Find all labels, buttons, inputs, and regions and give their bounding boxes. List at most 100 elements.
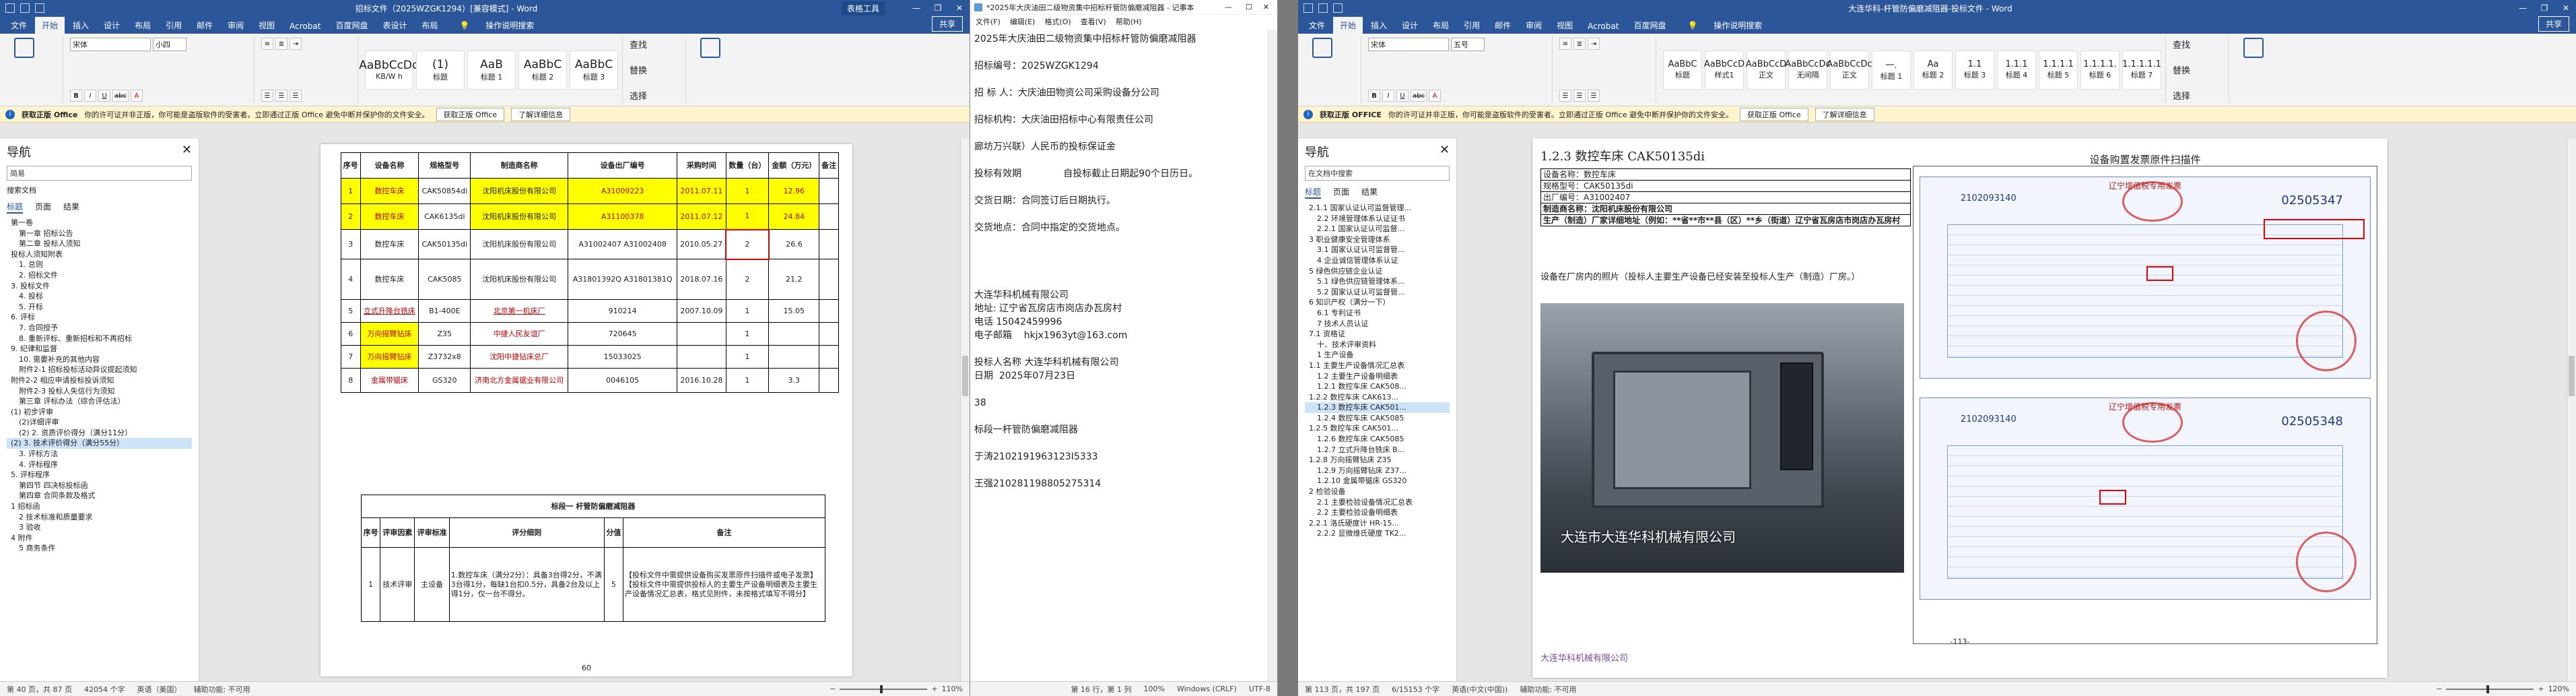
undo-icon[interactable] [20, 3, 30, 13]
scroll-thumb[interactable] [962, 356, 968, 396]
nav-heading-item[interactable]: 2. 招标文件 [7, 270, 192, 281]
zoom-level[interactable]: 120% [2548, 685, 2569, 693]
font-color-button[interactable]: A [130, 90, 143, 102]
nav-heading-item[interactable]: 1 生产设备 [1305, 350, 1450, 360]
style-gallery-item[interactable]: 1.1.1.1. 标题 6 [2080, 50, 2120, 90]
bold-button[interactable]: B [70, 90, 82, 102]
nav-heading-item[interactable]: 3. 投标文件 [7, 281, 192, 292]
nav-heading-item[interactable]: 2 技术标准和质量要求 [7, 512, 192, 523]
get-office-button[interactable]: 获取正版 Office [436, 107, 505, 121]
restore-icon[interactable]: ❐ [2540, 3, 2549, 13]
minimize-icon[interactable]: — [1225, 3, 1232, 11]
nav-heading-item[interactable]: 3 验收 [7, 522, 192, 533]
align-center-button[interactable]: ☰ [275, 90, 287, 102]
nav-heading-item[interactable]: 第一卷 [7, 218, 192, 228]
menu-format[interactable]: 格式(O) [1044, 16, 1071, 27]
tab-table-layout[interactable]: 布局 [415, 17, 444, 34]
tab-baidu[interactable]: 百度网盘 [329, 17, 374, 34]
find-button[interactable]: 查找 [2173, 38, 2225, 51]
underline-button[interactable]: U [1396, 90, 1409, 102]
redo-icon[interactable] [35, 3, 44, 13]
word-count[interactable]: 42054 个字 [84, 684, 125, 695]
nav-tab-results[interactable]: 结果 [63, 201, 79, 214]
maximize-icon[interactable]: ☐ [1246, 3, 1252, 11]
tab-references[interactable]: 引用 [1457, 17, 1487, 34]
nav-heading-item[interactable]: 3.1 国家认证认可监督管... [1305, 245, 1450, 255]
bullets-button[interactable]: ≡ [261, 38, 273, 50]
align-left-button[interactable]: ☰ [1559, 90, 1571, 102]
document-area[interactable]: 1.2.3 数控车床 CAK50135di 设备名称：数控车床 规格型号：CAK… [1457, 139, 2576, 681]
nav-heading-item[interactable]: 1.1 主要生产设备情况汇总表 [1305, 360, 1450, 371]
nav-search-input[interactable]: 简易 [7, 166, 192, 181]
nav-heading-item[interactable]: 2.2.1 洛氏硬度计 HR-15... [1305, 518, 1450, 529]
font-name-select[interactable]: 宋体 [1368, 38, 1449, 51]
language[interactable]: 英语（美国） [137, 684, 181, 695]
nav-heading-item[interactable]: 2.2.1 国家认证认可监督... [1305, 224, 1450, 234]
replace-button[interactable]: 替换 [630, 63, 681, 76]
style-kbw[interactable]: AaBbCcDd KB/W h [359, 50, 419, 90]
tab-design[interactable]: 设计 [1395, 17, 1425, 34]
nav-heading-item[interactable]: 3 职业健康安全管理体系 [1305, 234, 1450, 245]
nav-heading-item[interactable]: 1. 总则 [7, 259, 192, 270]
style-gallery-item[interactable]: 1.1 标题 3 [1955, 50, 1994, 90]
tab-layout[interactable]: 布局 [128, 17, 158, 34]
tell-me-search[interactable]: 💡 操作说明搜索 [446, 17, 547, 34]
tab-mailings[interactable]: 邮件 [1488, 17, 1518, 34]
tab-mailings[interactable]: 邮件 [190, 17, 219, 34]
nav-tab-headings[interactable]: 标题 [7, 201, 24, 214]
nav-heading-item[interactable]: 6 知识产权（满分一下） [1305, 297, 1450, 308]
replace-button[interactable]: 替换 [2173, 63, 2225, 76]
nav-heading-item[interactable]: 5 商务条件 [7, 543, 192, 554]
tab-references[interactable]: 引用 [159, 17, 189, 34]
zoom-out-button[interactable]: − [829, 685, 836, 693]
close-icon[interactable]: ✕ [955, 3, 964, 13]
numbering-button[interactable]: ≣ [1573, 38, 1586, 50]
vertical-scrollbar[interactable] [2567, 139, 2576, 681]
save-to-baidu-button[interactable] [693, 38, 728, 58]
nav-heading-item[interactable]: 2.1 主要检验设备情况汇总表 [1305, 497, 1450, 508]
nav-heading-item[interactable]: 1.2.1 数控车床 CAK508... [1305, 381, 1450, 392]
strikethrough-button[interactable]: abc [1411, 90, 1427, 102]
style-gallery-item[interactable]: 1.1.1.1.1 标题 7 [2122, 50, 2161, 90]
nav-heading-item[interactable]: 2.1.1 国家认证认可监督管理... [1305, 203, 1450, 214]
underline-button[interactable]: U [98, 90, 110, 102]
tab-baidu[interactable]: 百度网盘 [1627, 17, 1672, 34]
nav-heading-item[interactable]: 5 绿色供应链企业认证 [1305, 266, 1450, 277]
nav-heading-item[interactable]: 2.2 主要检验设备明细表 [1305, 507, 1450, 518]
zoom-in-button[interactable]: + [2538, 685, 2544, 693]
font-size-select[interactable]: 五号 [1451, 38, 1485, 51]
style-gallery-item[interactable]: Aa 标题 2 [1913, 50, 1953, 90]
italic-button[interactable]: I [84, 90, 96, 102]
menu-file[interactable]: 文件(F) [976, 16, 1001, 27]
select-button[interactable]: 选择 [630, 89, 681, 102]
redo-icon[interactable] [1333, 3, 1343, 13]
get-office-button[interactable]: 获取正版 Office [1740, 107, 1808, 121]
save-icon[interactable] [1303, 3, 1313, 13]
nav-heading-item[interactable]: 1 招标函 [7, 501, 192, 512]
italic-button[interactable]: I [1382, 90, 1394, 102]
nav-heading-item[interactable]: 第三章 评标办法（综合评估法） [7, 396, 192, 407]
zoom-level[interactable]: 110% [942, 685, 963, 693]
tab-insert[interactable]: 插入 [66, 17, 96, 34]
font-color-button[interactable]: A [1428, 90, 1441, 102]
align-right-button[interactable]: ☰ [1588, 90, 1600, 102]
nav-heading-item[interactable]: 1.2.7 立式升降台铣床 B... [1305, 445, 1450, 455]
nav-heading-item[interactable]: 5.1 绿色供应链管理体系... [1305, 276, 1450, 287]
nav-heading-item[interactable]: 6. 评标 [7, 312, 192, 323]
nav-heading-item[interactable]: 第二章 投标人须知 [7, 239, 192, 249]
style-gallery-item[interactable]: AaBbCcDc 无间隔 [1785, 50, 1831, 90]
page-count[interactable]: 第 40 页，共 87 页 [7, 684, 72, 695]
nav-heading-item[interactable]: 投标人须知附表 [7, 249, 192, 260]
style-heading2[interactable]: AaBbC 标题 2 [518, 50, 567, 90]
save-icon[interactable] [5, 3, 15, 13]
learn-more-button[interactable]: 了解详细信息 [511, 107, 571, 121]
tab-view[interactable]: 视图 [1550, 17, 1580, 34]
word-count[interactable]: 6/15153 个字 [1392, 684, 1439, 695]
style-gallery-item[interactable]: 1.1.1 标题 4 [1997, 50, 2036, 90]
nav-heading-item[interactable]: 2 检验设备 [1305, 486, 1450, 497]
notepad-text-area[interactable]: 2025年大庆油田二级物资集中招标杆管防偏磨减阻器 招标编号：2025WZGK12… [974, 32, 1266, 681]
nav-heading-item[interactable]: 1.2.8 万向摇臂钻床 Z35 [1305, 455, 1450, 466]
indent-button[interactable]: ⇥ [290, 38, 302, 50]
nav-heading-item[interactable]: 6.1 专利证书 [1305, 308, 1450, 319]
font-name-select[interactable]: 宋体 [70, 38, 151, 51]
